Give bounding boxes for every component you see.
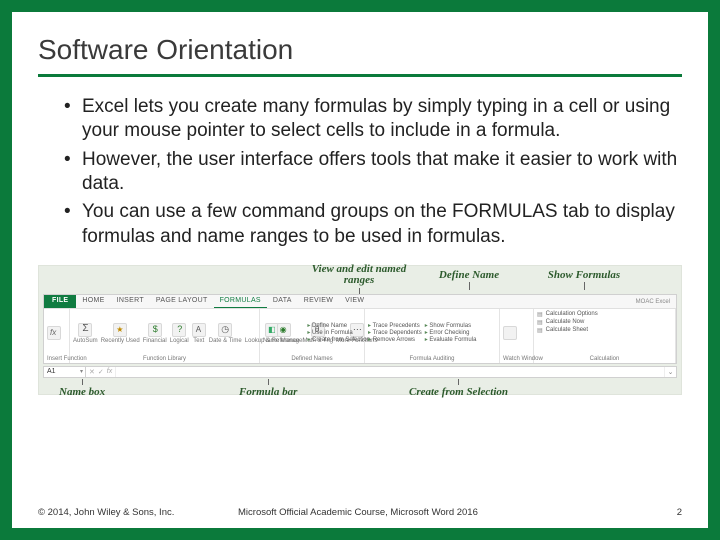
logical-icon[interactable] [172,323,186,337]
trace-precedents-button[interactable]: Trace Precedents [368,323,422,329]
formula-bar-buttons: ✕ ✓ fx [86,367,116,377]
calculate-sheet-button[interactable]: Calculate Sheet [537,327,588,334]
slide-title: Software Orientation [38,34,682,72]
callout-stem [268,379,269,385]
callout-stem [82,379,83,385]
callout-view-edit: View and edit named ranges [309,264,409,296]
trace-dependents-button[interactable]: Trace Dependents [368,330,422,336]
tab-home[interactable]: HOME [76,295,110,308]
icon-label: Date & Time [209,338,242,344]
name-manager-icon[interactable] [277,323,291,337]
page-number: 2 [662,507,682,518]
calculate-now-button[interactable]: Calculate Now [537,319,584,326]
icon-label: Name Manager [263,338,304,344]
group-label: Insert Function [47,356,66,362]
error-checking-button[interactable]: Error Checking [425,330,477,336]
tab-review[interactable]: REVIEW [298,295,339,308]
group-label: Formula Auditing [368,356,496,362]
fx-icon[interactable] [47,326,61,340]
trace-stack: Trace Precedents Trace Dependents Remove… [368,323,422,343]
icon-label: AutoSum [73,338,98,344]
callout-label: View and edit named ranges [312,263,406,287]
callout-stem [458,379,459,385]
group-watch-window: Watch Window [500,309,534,363]
ribbon-figure: View and edit named ranges Define Name S… [38,265,682,395]
evaluate-formula-button[interactable]: Evaluate Formula [425,337,477,343]
tab-data[interactable]: DATA [267,295,298,308]
calc-options-button[interactable]: Calculation Options [537,311,598,318]
callout-stem [584,282,585,290]
callout-name-box: Name box [59,379,105,398]
course-text: Microsoft Official Academic Course, Micr… [238,507,662,518]
ribbon-tabs: FILE HOME INSERT PAGE LAYOUT FORMULAS DA… [44,295,676,309]
window-title: MOAC Excel [636,295,670,309]
defined-names-stack: Define Name Use in Formula Create from S… [307,323,370,343]
group-label: Defined Names [263,356,361,362]
group-label: Function Library [73,356,256,362]
date-time-icon[interactable] [218,323,232,337]
callout-label: Define Name [439,269,499,281]
callout-label: Create from Selection [409,386,508,398]
group-defined-names: Name Manager Define Name Use in Formula … [260,309,365,363]
slide: Software Orientation Excel lets you crea… [0,0,720,540]
fx-icon[interactable]: fx [107,368,112,375]
name-box[interactable]: A1 [44,367,86,377]
recently-used-icon[interactable] [113,323,127,337]
remove-arrows-button[interactable]: Remove Arrows [368,337,422,343]
icon-label: Logical [170,338,189,344]
check-stack: Show Formulas Error Checking Evaluate Fo… [425,323,477,343]
excel-ribbon: FILE HOME INSERT PAGE LAYOUT FORMULAS DA… [43,294,677,364]
title-underline [38,74,682,77]
icon-label: Recently Used [101,338,140,344]
tab-page-layout[interactable]: PAGE LAYOUT [150,295,214,308]
callout-label: Formula bar [239,386,297,398]
callout-show-formulas: Show Formulas [539,270,629,291]
tab-file[interactable]: FILE [44,295,76,308]
bullet-item: You can use a few command groups on the … [64,200,682,249]
formula-bar: A1 ✕ ✓ fx ⌄ [43,366,677,378]
bullet-item: Excel lets you create many formulas by s… [64,95,682,144]
formula-input[interactable] [116,367,664,377]
callout-formula-bar: Formula bar [239,379,297,398]
callout-define-name: Define Name [429,270,509,291]
cancel-icon[interactable]: ✕ [89,368,95,376]
group-function-library: AutoSum Recently Used Financial Logical … [70,309,260,363]
show-formulas-button[interactable]: Show Formulas [425,323,477,329]
bottom-callouts: Name box Formula bar Create from Selecti… [39,379,681,395]
financial-icon[interactable] [148,323,162,337]
text-icon[interactable] [192,323,206,337]
copyright-text: © 2014, John Wiley & Sons, Inc. [38,507,238,518]
bullet-item: However, the user interface offers tools… [64,148,682,197]
expand-formula-bar-icon[interactable]: ⌄ [664,367,676,377]
tab-insert[interactable]: INSERT [111,295,150,308]
callout-label: Show Formulas [548,269,620,281]
slide-footer: © 2014, John Wiley & Sons, Inc. Microsof… [38,507,682,518]
define-name-button[interactable]: Define Name [307,323,370,329]
callout-label: Name box [59,386,105,398]
callout-create-from-selection: Create from Selection [409,379,508,398]
watch-window-icon[interactable] [503,326,517,340]
icon-label: Text [193,338,204,344]
top-callouts: View and edit named ranges Define Name S… [39,268,681,294]
enter-icon[interactable]: ✓ [98,368,104,376]
callout-stem [469,282,470,290]
create-from-selection-button[interactable]: Create from Selection [307,337,370,343]
group-formula-auditing: Trace Precedents Trace Dependents Remove… [365,309,500,363]
ribbon-groups: Insert Function AutoSum Recently Used Fi… [44,309,676,363]
autosum-icon[interactable] [78,323,92,337]
bullet-list: Excel lets you create many formulas by s… [38,95,682,249]
use-in-formula-button[interactable]: Use in Formula [307,330,370,336]
tab-formulas[interactable]: FORMULAS [214,295,267,308]
group-label: Watch Window [503,356,530,362]
group-label: Calculation [537,356,672,362]
group-calculation: Calculation Options Calculate Now Calcul… [534,309,676,363]
group-insert-function: Insert Function [44,309,70,363]
icon-label: Financial [143,338,167,344]
tab-view[interactable]: VIEW [339,295,370,308]
